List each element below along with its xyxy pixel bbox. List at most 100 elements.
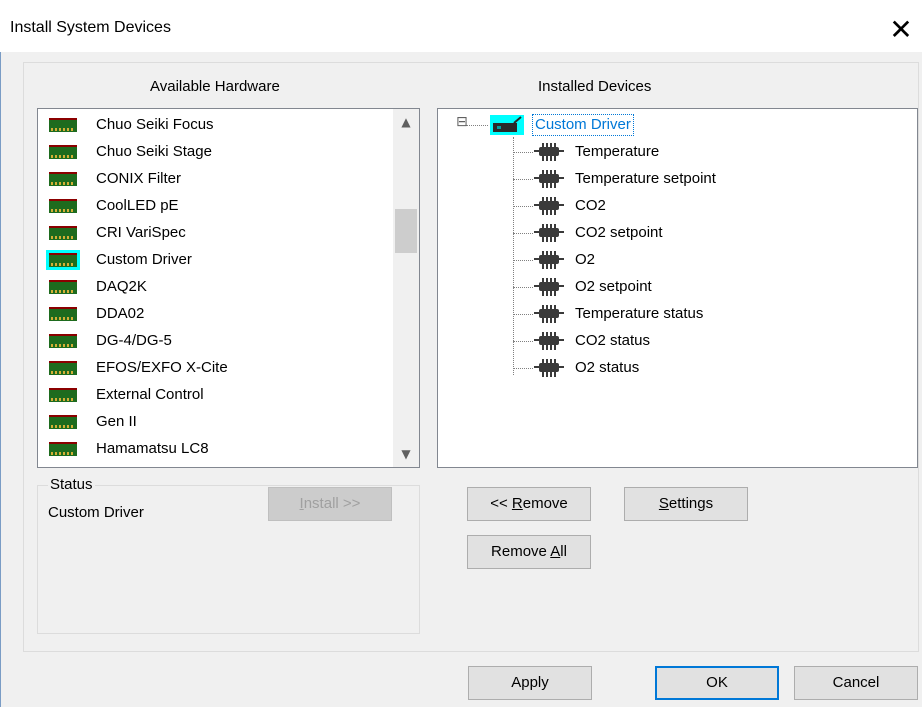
hardware-card-icon (46, 358, 80, 378)
status-group: Status Custom Driver (37, 476, 420, 634)
list-item-label: Gen II (96, 413, 137, 430)
cancel-button[interactable]: Cancel (794, 666, 918, 700)
tree-connector (513, 341, 533, 342)
list-item-label: CRI VariSpec (96, 224, 186, 241)
tree-connector (513, 179, 533, 180)
tree-child-item[interactable]: O2 status (533, 355, 639, 381)
tree-child-label: Temperature status (575, 305, 704, 322)
list-item-label: CoolLED pE (96, 197, 179, 214)
hardware-card-icon (46, 196, 80, 216)
close-icon[interactable]: ✕ (880, 8, 922, 52)
list-item[interactable]: CONIX Filter (46, 166, 181, 192)
hardware-card-icon (46, 412, 80, 432)
list-item-label: Hamamatsu LC8 (96, 440, 209, 457)
settings-button[interactable]: Settings (624, 487, 748, 521)
tree-root-label[interactable]: Custom Driver (532, 114, 634, 136)
tree-child-label: Temperature (575, 143, 660, 160)
tree-connector (513, 137, 514, 375)
collapse-icon[interactable]: ⊟ (456, 115, 470, 129)
list-item[interactable]: CRI VariSpec (46, 220, 186, 246)
tree-child-label: O2 (575, 251, 596, 268)
tree-child-item[interactable]: CO2 (533, 193, 606, 219)
list-item-label: CONIX Filter (96, 170, 182, 187)
tree-connector (513, 233, 533, 234)
status-legend: Status (48, 476, 95, 493)
list-item-label: DAQ2K (96, 278, 147, 295)
list-item[interactable]: CoolLED pE (46, 193, 179, 219)
hardware-card-icon (46, 331, 80, 351)
hardware-card-icon (46, 385, 80, 405)
status-value: Custom Driver (48, 504, 144, 521)
list-item-label: External Control (96, 386, 204, 403)
list-item[interactable]: Gen II (46, 409, 137, 435)
tree-child-item[interactable]: Temperature setpoint (533, 166, 716, 192)
chip-icon (533, 331, 567, 351)
hardware-card-icon (46, 142, 80, 162)
list-item-label: DDA02 (96, 305, 145, 322)
apply-button[interactable]: Apply (468, 666, 592, 700)
remove-all-label-post: ll (560, 543, 567, 560)
tree-child-item[interactable]: Temperature status (533, 301, 703, 327)
tree-connector (513, 314, 533, 315)
scroll-down-icon[interactable]: ▼ (393, 441, 419, 467)
list-item[interactable]: DAQ2K (46, 274, 147, 300)
list-item[interactable]: Custom Driver (46, 247, 192, 273)
tree-child-item[interactable]: CO2 setpoint (533, 220, 663, 246)
tree-connector (513, 206, 533, 207)
chip-icon (533, 250, 567, 270)
list-item-label: Custom Driver (96, 251, 192, 268)
window-title: Install System Devices (10, 19, 171, 36)
list-item-label: Chuo Seiki Focus (96, 116, 214, 133)
tree-child-item[interactable]: O2 (533, 247, 595, 273)
tree-child-item[interactable]: O2 setpoint (533, 274, 652, 300)
tree-child-label: CO2 (575, 197, 606, 214)
tree-connector (513, 368, 533, 369)
list-item[interactable]: EFOS/EXFO X-Cite (46, 355, 228, 381)
remove-all-label-accel: A (550, 543, 561, 560)
available-hardware-list[interactable]: ▲ ▼ Chuo Seiki Focus Chuo Seiki Stage CONI… (37, 108, 420, 468)
scroll-thumb[interactable] (395, 209, 417, 253)
tree-child-item[interactable]: Temperature (533, 139, 659, 165)
settings-label-post: ettings (668, 495, 714, 512)
tree-child-item[interactable]: CO2 status (533, 328, 650, 354)
tree-connector (513, 287, 533, 288)
tree-connector (513, 152, 533, 153)
hardware-card-icon (46, 277, 80, 297)
remove-label-accel: R (511, 495, 523, 512)
title-bar: Install System Devices ✕ (0, 0, 922, 52)
list-item-label: EFOS/EXFO X-Cite (96, 359, 228, 376)
installed-devices-tree[interactable]: ⊟ Custom Driver Temperature Temperature s… (437, 108, 918, 468)
hardware-card-icon (46, 223, 80, 243)
chip-icon (533, 142, 567, 162)
remove-button[interactable]: << Remove (467, 487, 591, 521)
list-item[interactable]: DDA02 (46, 301, 144, 327)
chip-icon (533, 169, 567, 189)
ok-button[interactable]: OK (655, 666, 779, 700)
hardware-card-icon (46, 115, 80, 135)
remove-all-label-pre: Remove (491, 543, 551, 560)
list-item-label: Chuo Seiki Stage (96, 143, 212, 160)
list-item-label: DG-4/DG-5 (96, 332, 172, 349)
list-item[interactable]: Chuo Seiki Stage (46, 139, 212, 165)
chip-icon (533, 304, 567, 324)
scroll-up-icon[interactable]: ▲ (393, 109, 419, 135)
remove-all-button[interactable]: Remove All (467, 535, 591, 569)
settings-label-accel: S (658, 495, 669, 512)
available-hardware-label: Available Hardware (150, 78, 280, 95)
tree-child-label: CO2 status (575, 332, 651, 349)
list-item[interactable]: External Control (46, 382, 204, 408)
hardware-card-icon (46, 250, 80, 270)
device-icon (490, 115, 524, 135)
chip-icon (533, 196, 567, 216)
list-item[interactable]: Chuo Seiki Focus (46, 112, 214, 138)
tree-child-label: Temperature setpoint (575, 170, 716, 187)
tree-child-label: CO2 setpoint (575, 224, 663, 241)
chip-icon (533, 358, 567, 378)
hardware-card-icon (46, 169, 80, 189)
list-item[interactable]: DG-4/DG-5 (46, 328, 172, 354)
chip-icon (533, 277, 567, 297)
tree-root-custom-driver[interactable]: Custom Driver (490, 112, 634, 138)
list-item[interactable]: Hamamatsu LC8 (46, 436, 209, 462)
hardware-scrollbar[interactable]: ▲ ▼ (393, 109, 419, 467)
installed-devices-label: Installed Devices (538, 78, 652, 95)
